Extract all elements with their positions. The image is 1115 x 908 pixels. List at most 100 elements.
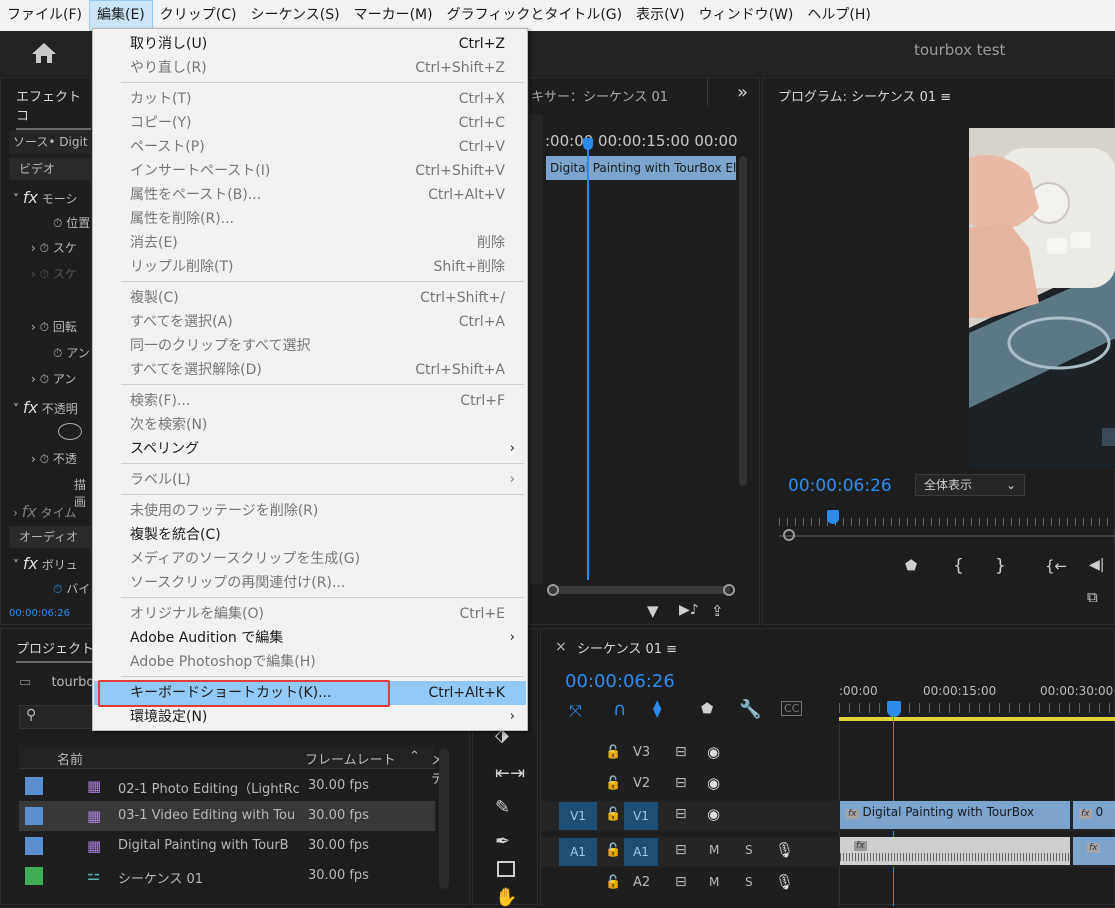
- column-framerate[interactable]: フレームレート: [305, 749, 396, 768]
- menu-sequence[interactable]: シーケンス(S): [243, 0, 346, 31]
- project-row[interactable]: ▦ Digital Painting with TourB 30.00 fps: [19, 831, 435, 861]
- add-marker-icon[interactable]: ⬟: [701, 701, 713, 717]
- mark-out-icon[interactable]: }: [995, 556, 1006, 576]
- opacity-row[interactable]: ˅ fx 不透明: [13, 398, 78, 417]
- menu-item-preferences[interactable]: 環境設定(N) ›: [94, 705, 526, 729]
- sync-lock-icon[interactable]: ⊟: [675, 775, 687, 791]
- opacity-value-row[interactable]: › ⏱ 不透: [31, 450, 77, 467]
- menu-item-undo[interactable]: 取り消し(U) Ctrl+Z: [94, 32, 526, 56]
- rotation-row[interactable]: › ⏱ 回転: [31, 318, 77, 335]
- compare-view-icon[interactable]: ⧉: [1087, 588, 1098, 606]
- audio-output-icon[interactable]: ▶♪: [679, 602, 699, 618]
- ripple-edit-tool-icon[interactable]: ⇤⇥: [495, 763, 525, 784]
- menu-item-clear[interactable]: 消去(E) 削除: [94, 231, 526, 255]
- menu-marker[interactable]: マーカー(M): [347, 0, 440, 31]
- razor-tool-icon[interactable]: ✎: [495, 797, 510, 818]
- microphone-icon[interactable]: 🎙: [775, 841, 794, 859]
- source-selector[interactable]: ソース• Digit: [9, 130, 93, 154]
- project-row-selected[interactable]: ▦ 03-1 Video Editing with Tou 30.00 fps: [19, 801, 435, 831]
- mixer-playhead[interactable]: [587, 140, 589, 580]
- filter-icon[interactable]: ▼: [647, 602, 659, 620]
- mute-button[interactable]: M: [709, 875, 719, 889]
- stopwatch-icon[interactable]: ⏱: [53, 582, 62, 596]
- position-row[interactable]: ⏱ 位置: [53, 214, 90, 231]
- menu-item-edit-in-audition[interactable]: Adobe Audition で編集 ›: [94, 626, 526, 650]
- mask-ellipse-icon[interactable]: [58, 423, 82, 440]
- mixer-clip[interactable]: Digital Painting with TourBox El: [546, 156, 736, 180]
- tab-audio-mixer[interactable]: キサー：シーケンス 01: [531, 86, 668, 105]
- label-color-swatch[interactable]: [25, 867, 43, 885]
- solo-button[interactable]: S: [745, 875, 753, 889]
- sync-lock-icon[interactable]: ⊟: [675, 806, 687, 822]
- menu-item-remove-attributes[interactable]: 属性を削除(R)...: [94, 207, 526, 231]
- bypass-row[interactable]: ⏱ バイ: [53, 580, 90, 597]
- track-target-a1[interactable]: A1: [624, 838, 658, 866]
- volume-row[interactable]: ˅ fx ボリュ: [13, 554, 78, 573]
- tab-timeline-sequence[interactable]: シーケンス 01 ≡: [577, 638, 677, 657]
- snap-icon[interactable]: ∩: [613, 699, 626, 720]
- add-marker-icon[interactable]: ⬟: [905, 558, 917, 574]
- program-playhead-handle[interactable]: [827, 510, 839, 524]
- project-row[interactable]: ⚍ シーケンス 01 30.00 fps: [19, 861, 435, 891]
- scale-row[interactable]: › ⏱ スケ: [31, 239, 77, 256]
- tab-effect-controls[interactable]: エフェクトコ: [16, 86, 91, 130]
- scroll-handle-left[interactable]: [547, 584, 559, 596]
- menu-item-spelling[interactable]: スペリング ›: [94, 437, 526, 461]
- stopwatch-icon[interactable]: ⏱: [40, 320, 49, 334]
- eye-icon[interactable]: ◉: [707, 743, 720, 761]
- zoom-bar-handle[interactable]: [783, 529, 795, 541]
- program-video-frame[interactable]: [969, 128, 1115, 468]
- stopwatch-icon[interactable]: ⏱: [53, 346, 62, 360]
- sync-lock-icon[interactable]: ⊟: [675, 874, 687, 890]
- timeline-clip-a1[interactable]: fx: [840, 837, 1070, 865]
- lock-icon[interactable]: 🔓: [605, 875, 621, 890]
- label-color-swatch[interactable]: [25, 777, 43, 795]
- source-patch-a1[interactable]: A1: [559, 838, 597, 866]
- menu-item-select-matching[interactable]: 同一のクリップをすべて選択: [94, 334, 526, 358]
- menu-item-copy[interactable]: コピー(Y) Ctrl+C: [94, 111, 526, 135]
- program-timecode[interactable]: 00:00:06:26: [788, 476, 892, 496]
- export-frame-icon[interactable]: ⇪: [711, 602, 724, 620]
- project-scrollbar[interactable]: [439, 749, 449, 889]
- timeline-clip-v1-next[interactable]: fx 0: [1073, 801, 1115, 829]
- timeline-playhead-handle[interactable]: [887, 701, 901, 717]
- time-remap-row[interactable]: › fx タイム: [13, 502, 76, 521]
- menu-graphics-titles[interactable]: グラフィックとタイトル(G): [440, 0, 630, 31]
- sort-arrow-icon[interactable]: ⌃: [409, 749, 420, 764]
- rectangle-tool-icon[interactable]: [497, 861, 515, 877]
- track-label[interactable]: V2: [633, 776, 650, 791]
- lock-icon[interactable]: 🔓: [605, 776, 621, 791]
- step-back-icon[interactable]: ◀|: [1089, 557, 1104, 573]
- project-row[interactable]: ▦ 02-1 Photo Editing（LightRc 30.00 fps: [19, 771, 435, 801]
- pen-tool-icon[interactable]: ✒: [495, 831, 510, 852]
- anchor-row[interactable]: ⏱ アン: [53, 344, 90, 361]
- menu-item-reassociate-source-clip[interactable]: ソースクリップの再関連付け(R)...: [94, 571, 526, 595]
- menu-help[interactable]: ヘルプ(H): [800, 0, 877, 31]
- menu-item-paste-insert[interactable]: インサートペースト(I) Ctrl+Shift+V: [94, 159, 526, 183]
- source-patch-v1[interactable]: V1: [559, 802, 597, 830]
- close-icon[interactable]: ×: [555, 639, 567, 655]
- mixer-vertical-scrollbar[interactable]: [739, 156, 747, 486]
- captions-icon[interactable]: CC: [781, 701, 803, 716]
- panel-menu-icon[interactable]: ≡: [666, 642, 677, 657]
- microphone-icon[interactable]: 🎙: [775, 873, 794, 891]
- timeline-clip-v1[interactable]: fx Digital Painting with TourBox: [840, 801, 1070, 829]
- eye-icon[interactable]: ◉: [707, 805, 720, 823]
- work-area-bar[interactable]: [839, 717, 1115, 721]
- menu-item-duplicate[interactable]: 複製(C) Ctrl+Shift+/: [94, 286, 526, 310]
- lock-icon[interactable]: 🔓: [605, 745, 621, 760]
- menu-item-label[interactable]: ラベル(L) ›: [94, 468, 526, 492]
- label-color-swatch[interactable]: [25, 807, 43, 825]
- menu-file[interactable]: ファイル(F): [0, 0, 89, 31]
- zoom-select[interactable]: 全体表示 ⌄: [915, 474, 1025, 496]
- stopwatch-icon[interactable]: ⏱: [40, 372, 49, 386]
- menu-item-redo[interactable]: やり直し(R) Ctrl+Shift+Z: [94, 56, 526, 80]
- menu-window[interactable]: ウィンドウ(W): [692, 0, 801, 31]
- sync-lock-icon[interactable]: ⊟: [675, 842, 687, 858]
- menu-item-deselect-all[interactable]: すべてを選択解除(D) Ctrl+Shift+A: [94, 358, 526, 382]
- menu-item-paste-attributes[interactable]: 属性をペースト(B)... Ctrl+Alt+V: [94, 183, 526, 207]
- program-zoom-bar[interactable]: [779, 535, 1115, 537]
- menu-item-edit-in-photoshop[interactable]: Adobe Photoshopで編集(H): [94, 650, 526, 674]
- track-label[interactable]: A2: [633, 875, 650, 890]
- track-label[interactable]: V3: [633, 745, 650, 760]
